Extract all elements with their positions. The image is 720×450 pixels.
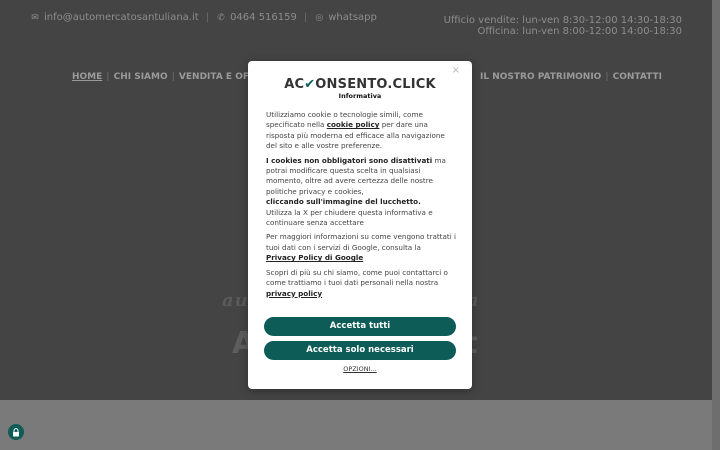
email-link[interactable]: info@automercatosantuliana.it [44, 12, 199, 23]
lock-icon [13, 427, 19, 436]
paragraph-cookie-policy: Utilizziamo cookie o tecnologie simili, … [266, 110, 456, 152]
nav-contacts[interactable]: CONTATTI [613, 72, 662, 82]
nav-home[interactable]: HOME [72, 72, 106, 82]
bold-text: cliccando sull'immagine del lucchetto. [266, 197, 421, 207]
logo-text-b: ONSENTO [315, 77, 388, 92]
accept-all-button[interactable]: Accetta tutti [264, 317, 456, 336]
divider: | [205, 12, 210, 23]
scrollbar[interactable] [712, 0, 720, 450]
envelope-icon: ✉ [31, 12, 39, 23]
close-icon[interactable]: × [452, 65, 460, 76]
cookie-lock-button[interactable] [8, 424, 24, 440]
logo-text-c: .CLICK [387, 77, 436, 92]
whatsapp-icon: ◎ [315, 12, 324, 23]
contact-bar: ✉ info@automercatosantuliana.it | ✆ 0464… [30, 12, 377, 23]
bold-text: I cookies non obbligatori sono disattiva… [266, 155, 433, 165]
main-nav-right: IL NOSTRO PATRIMONIO | CONTATTI [480, 72, 662, 82]
whatsapp-link[interactable]: whatsapp [328, 12, 377, 23]
workshop-hours: Officina: lun-ven 8:00-12:00 14:00-18:30 [477, 26, 682, 37]
dialog-body: Utilizziamo cookie o tecnologie simili, … [266, 110, 456, 303]
accept-necessary-button[interactable]: Accetta solo necessari [264, 341, 456, 360]
text: Per maggiori informazioni su come vengon… [266, 232, 457, 252]
paragraph-privacy: Scopri di più su chi siamo, come puoi co… [266, 268, 456, 299]
sales-hours: Ufficio vendite: lun-ven 8:30-12:00 14:3… [443, 15, 682, 26]
cookie-consent-dialog: × AC✔ONSENTO.CLICK Informativa Utilizzia… [248, 61, 472, 389]
dialog-subtitle: Informativa [338, 92, 382, 100]
hero-subtitle-start: au [222, 290, 249, 311]
opening-hours: Ufficio vendite: lun-ven 8:30-12:00 14:3… [444, 15, 682, 37]
consent-logo: AC✔ONSENTO.CLICK [248, 77, 472, 92]
privacy-policy-link[interactable]: privacy policy [266, 289, 322, 298]
phone-link[interactable]: 0464 516159 [230, 12, 297, 23]
phone-icon: ✆ [217, 12, 225, 23]
logo-text-a: AC [284, 77, 305, 92]
divider: | [605, 72, 609, 82]
page-footer-area [0, 400, 720, 450]
cookie-policy-link[interactable]: cookie policy [327, 120, 380, 129]
nav-about[interactable]: CHI SIAMO [110, 72, 172, 82]
google-privacy-link[interactable]: Privacy Policy di Google [266, 253, 363, 262]
nav-heritage[interactable]: IL NOSTRO PATRIMONIO [480, 72, 601, 82]
options-link[interactable]: OPZIONI... [248, 365, 472, 373]
logo-check-icon: ✔ [304, 77, 316, 92]
text: Utilizza la X per chiudere questa inform… [266, 207, 433, 228]
paragraph-optional-cookies: I cookies non obbligatori sono disattiva… [266, 156, 456, 229]
text: Scopri di più su chi siamo, come puoi co… [266, 267, 448, 288]
divider: | [303, 12, 308, 23]
paragraph-google: Per maggiori informazioni su come vengon… [266, 232, 456, 263]
